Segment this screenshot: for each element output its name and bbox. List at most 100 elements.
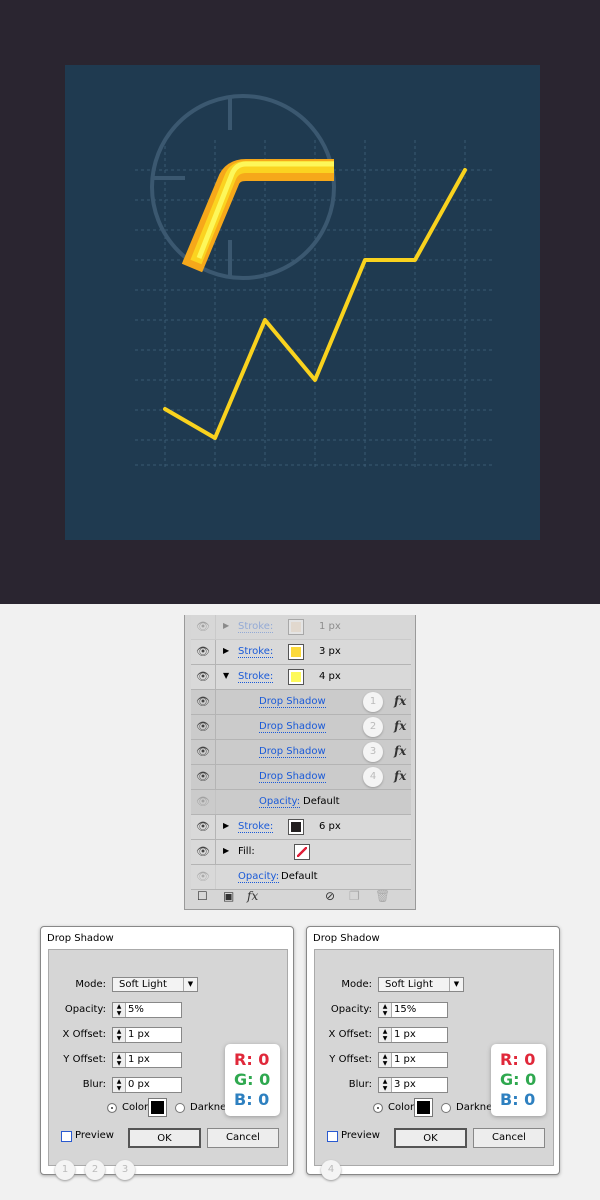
canvas <box>65 65 540 540</box>
rgb-callout: R: 0 G: 0 B: 0 <box>491 1044 546 1116</box>
shadow-color-swatch[interactable] <box>148 1098 167 1117</box>
step-number-badge: 1 <box>55 1160 75 1180</box>
step-number-badge: 1 <box>363 692 383 712</box>
stepper-arrows-icon[interactable]: ▲ ▼ <box>379 1003 392 1017</box>
effect-link[interactable]: Drop Shadow <box>259 721 326 733</box>
appearance-row-stroke[interactable]: 👁 ▶ Stroke: 1 px <box>191 615 411 640</box>
appearance-row-opacity[interactable]: 👁 Opacity: Default <box>191 790 411 815</box>
collapsed-triangle-icon[interactable]: ▶ <box>223 821 229 830</box>
color-label: Color: <box>122 1102 152 1113</box>
step-number-badge: 4 <box>321 1160 341 1180</box>
y-offset-input[interactable]: ▲ ▼ 1 px <box>378 1052 448 1068</box>
visibility-eye-icon[interactable]: 👁 <box>191 690 216 714</box>
visibility-eye-icon[interactable]: 👁 <box>191 665 216 689</box>
shadow-color-swatch[interactable] <box>414 1098 433 1117</box>
fx-icon[interactable]: fx <box>394 719 406 733</box>
appearance-row-effect[interactable]: 👁 Drop Shadow 4 fx <box>191 765 411 790</box>
dialog-title: Drop Shadow <box>47 933 114 944</box>
stepper-arrows-icon[interactable]: ▲ ▼ <box>113 1003 126 1017</box>
stepper-arrows-icon[interactable]: ▲ ▼ <box>379 1078 392 1092</box>
darkness-radio[interactable] <box>441 1103 451 1113</box>
color-radio[interactable] <box>107 1103 117 1113</box>
visibility-eye-icon[interactable]: 👁 <box>191 740 216 764</box>
opacity-link[interactable]: Opacity: <box>259 796 301 808</box>
color-swatch[interactable] <box>288 669 304 685</box>
preview-checkbox[interactable] <box>61 1131 72 1142</box>
stroke-link[interactable]: Stroke: <box>238 646 274 658</box>
mode-select[interactable]: Soft Light ▼ <box>112 977 198 992</box>
panel-footer: ☐ ▣ fx ⊘ ❐ 🗑 <box>185 885 415 909</box>
stepper-arrows-icon[interactable]: ▲ ▼ <box>379 1028 392 1042</box>
ok-button[interactable]: OK <box>394 1128 467 1148</box>
expanded-triangle-icon[interactable]: ▼ <box>223 671 229 680</box>
add-stroke-icon[interactable]: ☐ <box>197 889 208 903</box>
visibility-eye-icon[interactable]: 👁 <box>191 715 216 739</box>
x-offset-input[interactable]: ▲ ▼ 1 px <box>112 1027 182 1043</box>
cancel-button[interactable]: Cancel <box>473 1128 545 1148</box>
color-label: Color: <box>388 1102 418 1113</box>
visibility-eye-icon[interactable]: 👁 <box>191 615 216 639</box>
cancel-button[interactable]: Cancel <box>207 1128 279 1148</box>
preview-checkbox[interactable] <box>327 1131 338 1142</box>
step-number-badge: 4 <box>363 767 383 787</box>
mode-select[interactable]: Soft Light ▼ <box>378 977 464 992</box>
collapsed-triangle-icon[interactable]: ▶ <box>223 621 229 630</box>
visibility-eye-icon[interactable]: 👁 <box>191 765 216 789</box>
artwork-preview <box>0 0 600 604</box>
opacity-link[interactable]: Opacity: <box>238 871 280 883</box>
fx-icon[interactable]: fx <box>394 744 406 758</box>
add-effect-fx-icon[interactable]: fx <box>247 889 258 903</box>
fill-none-swatch[interactable] <box>294 844 310 860</box>
appearance-row-stroke[interactable]: 👁 ▶ Stroke: 6 px <box>191 815 411 840</box>
row-value: 6 px <box>319 821 341 832</box>
x-offset-label: X Offset: <box>328 1029 372 1040</box>
visibility-eye-icon[interactable]: 👁 <box>191 790 216 814</box>
effect-link[interactable]: Drop Shadow <box>259 746 326 758</box>
stepper-arrows-icon[interactable]: ▲ ▼ <box>113 1028 126 1042</box>
color-swatch[interactable] <box>288 644 304 660</box>
color-swatch[interactable] <box>288 619 304 635</box>
chart-icon-artwork <box>65 65 540 540</box>
effect-link[interactable]: Drop Shadow <box>259 771 326 783</box>
darkness-radio[interactable] <box>175 1103 185 1113</box>
effect-link[interactable]: Drop Shadow <box>259 696 326 708</box>
y-offset-label: Y Offset: <box>329 1054 372 1065</box>
stroke-link[interactable]: Stroke: <box>238 621 274 633</box>
blur-input[interactable]: ▲ ▼ 0 px <box>112 1077 182 1093</box>
color-swatch[interactable] <box>288 819 304 835</box>
stepper-arrows-icon[interactable]: ▲ ▼ <box>113 1053 126 1067</box>
appearance-row-effect[interactable]: 👁 Drop Shadow 2 fx <box>191 715 411 740</box>
opacity-input[interactable]: ▲ ▼ 5% <box>112 1002 182 1018</box>
visibility-eye-icon[interactable]: 👁 <box>191 640 216 664</box>
y-offset-input[interactable]: ▲ ▼ 1 px <box>112 1052 182 1068</box>
stepper-arrows-icon[interactable]: ▲ ▼ <box>379 1053 392 1067</box>
collapsed-triangle-icon[interactable]: ▶ <box>223 646 229 655</box>
appearance-row-effect[interactable]: 👁 Drop Shadow 3 fx <box>191 740 411 765</box>
stepper-arrows-icon[interactable]: ▲ ▼ <box>113 1078 126 1092</box>
blur-input[interactable]: ▲ ▼ 3 px <box>378 1077 448 1093</box>
x-offset-input[interactable]: ▲ ▼ 1 px <box>378 1027 448 1043</box>
dialog-title: Drop Shadow <box>313 933 380 944</box>
appearance-row-stroke[interactable]: 👁 ▼ Stroke: 4 px <box>191 665 411 690</box>
dropdown-arrow-icon: ▼ <box>449 978 463 991</box>
duplicate-item-icon[interactable]: ❐ <box>349 889 360 903</box>
fx-icon[interactable]: fx <box>394 694 406 708</box>
appearance-row-stroke[interactable]: 👁 ▶ Stroke: 3 px <box>191 640 411 665</box>
stroke-link[interactable]: Stroke: <box>238 671 274 683</box>
fx-icon[interactable]: fx <box>394 769 406 783</box>
appearance-row-effect[interactable]: 👁 Drop Shadow 1 fx <box>191 690 411 715</box>
appearance-row-fill[interactable]: 👁 ▶ Fill: <box>191 840 411 865</box>
ok-button[interactable]: OK <box>128 1128 201 1148</box>
visibility-eye-icon[interactable]: 👁 <box>191 815 216 839</box>
drop-shadow-dialog-1: Drop Shadow Mode: Soft Light ▼ Opacity: ▲ ▼ 5% X… <box>40 926 294 1180</box>
stroke-link[interactable]: Stroke: <box>238 821 274 833</box>
mode-label: Mode: <box>341 979 372 990</box>
delete-item-trash-icon[interactable]: 🗑 <box>375 889 390 903</box>
add-fill-icon[interactable]: ▣ <box>223 889 234 903</box>
color-radio[interactable] <box>373 1103 383 1113</box>
row-value: 4 px <box>319 671 341 682</box>
collapsed-triangle-icon[interactable]: ▶ <box>223 846 229 855</box>
opacity-input[interactable]: ▲ ▼ 15% <box>378 1002 448 1018</box>
visibility-eye-icon[interactable]: 👁 <box>191 840 216 864</box>
clear-appearance-icon[interactable]: ⊘ <box>325 889 335 903</box>
